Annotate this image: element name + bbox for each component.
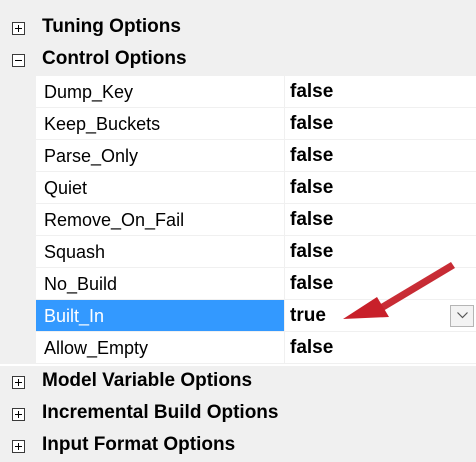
property-row-squash[interactable]: Squash false: [0, 236, 476, 268]
property-name-cell[interactable]: Built_In: [36, 300, 284, 332]
property-value-cell[interactable]: false: [285, 172, 476, 204]
property-row-dump-key[interactable]: Dump_Key false: [0, 76, 476, 108]
property-value: false: [290, 145, 334, 166]
category-model-variable-options[interactable]: Model Variable Options: [0, 366, 476, 398]
property-row-allow-empty[interactable]: Allow_Empty false: [0, 332, 476, 364]
category-label: Input Format Options: [42, 434, 236, 455]
property-value: false: [290, 113, 334, 134]
property-name-cell[interactable]: Squash: [36, 236, 284, 268]
property-value: true: [290, 305, 326, 326]
property-name-cell[interactable]: Allow_Empty: [36, 332, 284, 364]
category-label: Model Variable Options: [42, 370, 253, 391]
row-gutter: [0, 268, 36, 300]
property-row-parse-only[interactable]: Parse_Only false: [0, 140, 476, 172]
property-value: false: [290, 177, 334, 198]
property-value-cell[interactable]: false: [285, 332, 476, 364]
property-value: false: [290, 81, 334, 102]
property-row-keep-buckets[interactable]: Keep_Buckets false: [0, 108, 476, 140]
property-value: false: [290, 241, 334, 262]
property-value-cell[interactable]: false: [285, 108, 476, 140]
row-gutter: [0, 172, 36, 204]
category-tuning-options[interactable]: Tuning Options: [0, 12, 476, 44]
property-value-cell[interactable]: true: [285, 300, 476, 332]
category-control-options[interactable]: Control Options: [0, 44, 476, 76]
property-name: Allow_Empty: [44, 338, 149, 358]
chevron-down-icon: [457, 312, 468, 319]
row-gutter: [0, 332, 36, 364]
property-value-cell[interactable]: false: [285, 76, 476, 108]
property-value: false: [290, 273, 334, 294]
property-value: false: [290, 209, 334, 230]
category-label: Tuning Options: [42, 16, 181, 37]
value-dropdown-button[interactable]: [450, 305, 474, 327]
row-gutter: [0, 140, 36, 172]
plus-square-icon[interactable]: [12, 408, 25, 421]
row-gutter: [0, 300, 36, 332]
property-name-cell[interactable]: Quiet: [36, 172, 284, 204]
property-row-quiet[interactable]: Quiet false: [0, 172, 476, 204]
property-name: Quiet: [44, 178, 88, 198]
property-name-cell[interactable]: Keep_Buckets: [36, 108, 284, 140]
plus-square-icon[interactable]: [12, 440, 25, 453]
row-gutter: [0, 76, 36, 108]
property-name-cell[interactable]: No_Build: [36, 268, 284, 300]
row-gutter: [0, 108, 36, 140]
grid-top-edge: [0, 0, 476, 12]
category-label: Control Options: [42, 48, 187, 69]
property-name: Remove_On_Fail: [44, 210, 185, 230]
property-name: Keep_Buckets: [44, 114, 161, 134]
property-name-cell[interactable]: Parse_Only: [36, 140, 284, 172]
property-name: Parse_Only: [44, 146, 139, 166]
plus-square-icon[interactable]: [12, 376, 25, 389]
property-value-cell[interactable]: false: [285, 268, 476, 300]
property-value-cell[interactable]: false: [285, 204, 476, 236]
property-value: false: [290, 337, 334, 358]
property-row-remove-on-fail[interactable]: Remove_On_Fail false: [0, 204, 476, 236]
property-name-cell[interactable]: Remove_On_Fail: [36, 204, 284, 236]
plus-square-icon[interactable]: [12, 22, 25, 35]
property-name: Squash: [44, 242, 106, 262]
category-input-format-options[interactable]: Input Format Options: [0, 430, 476, 462]
category-incremental-build-options[interactable]: Incremental Build Options: [0, 398, 476, 430]
row-gutter: [0, 236, 36, 268]
property-row-no-build[interactable]: No_Build false: [0, 268, 476, 300]
category-label: Incremental Build Options: [42, 402, 279, 423]
property-grid: Tuning Options Control Options Dump_Key …: [0, 0, 476, 462]
property-value-cell[interactable]: false: [285, 236, 476, 268]
row-gutter: [0, 204, 36, 236]
property-name: Built_In: [44, 306, 105, 326]
property-name-cell[interactable]: Dump_Key: [36, 76, 284, 108]
property-value-cell[interactable]: false: [285, 140, 476, 172]
property-row-built-in[interactable]: Built_In true: [0, 300, 476, 332]
property-name: Dump_Key: [44, 82, 134, 102]
property-name: No_Build: [44, 274, 118, 294]
minus-square-icon[interactable]: [12, 54, 25, 67]
